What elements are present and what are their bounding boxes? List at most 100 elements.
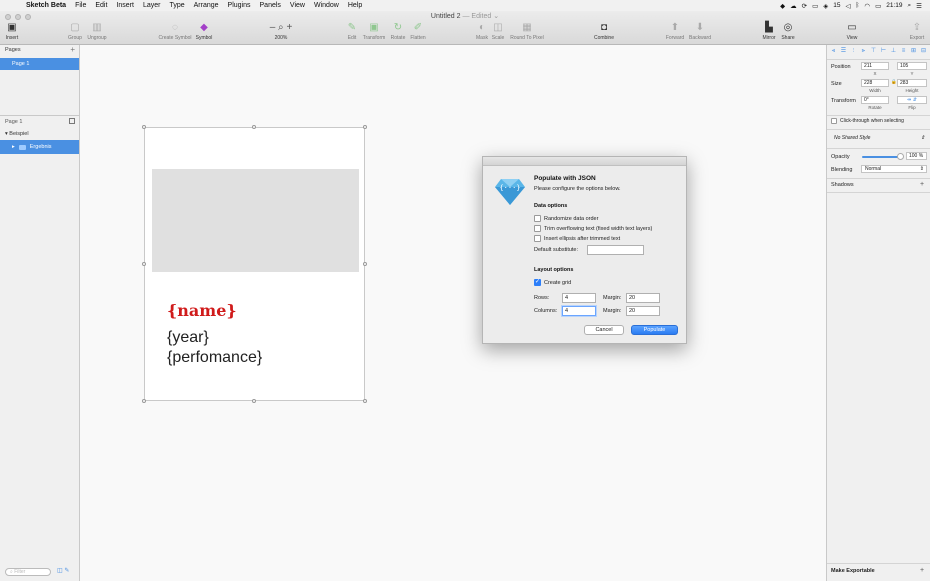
- resize-handle-bottom-right[interactable]: [363, 399, 367, 403]
- artboard[interactable]: {name} {year} {perfomance}: [144, 127, 365, 401]
- zoom-in-button[interactable]: +: [286, 22, 292, 33]
- performance-text-layer[interactable]: {perfomance}: [167, 349, 262, 367]
- ungroup-button[interactable]: ▥ Ungroup: [86, 22, 108, 41]
- default-substitute-input[interactable]: [587, 245, 644, 255]
- ellipsis-option[interactable]: Insert ellipsis after trimmed text: [534, 235, 620, 242]
- populate-button[interactable]: Populate: [631, 325, 678, 335]
- zoom-out-button[interactable]: –: [270, 22, 276, 33]
- menu-plugins[interactable]: Plugins: [228, 2, 251, 9]
- transform-button[interactable]: ▣ Transform: [360, 22, 388, 41]
- input-icon[interactable]: ▭: [812, 2, 818, 10]
- add-page-icon[interactable]: +: [70, 45, 75, 54]
- view-button[interactable]: ▭ View: [843, 22, 861, 41]
- make-exportable-label[interactable]: Make Exportable: [831, 568, 875, 574]
- trim-label[interactable]: Trim overflowing text (fixed width text …: [544, 226, 652, 232]
- click-through-option[interactable]: Click-through when selecting: [831, 118, 904, 124]
- layer-artboard[interactable]: ▾ Beispiel: [0, 130, 79, 140]
- sketch-status-icon[interactable]: ◆: [780, 2, 785, 10]
- opacity-slider-knob[interactable]: [897, 153, 904, 160]
- create-grid-label[interactable]: Create grid: [544, 280, 571, 286]
- resize-handle-top[interactable]: [252, 125, 256, 129]
- align-bottom-icon[interactable]: ⊥: [890, 48, 897, 55]
- mirror-button[interactable]: ▙ Mirror: [759, 22, 779, 41]
- resize-handle-top-right[interactable]: [363, 125, 367, 129]
- randomize-label[interactable]: Randomize data order: [544, 216, 598, 222]
- symbol-button[interactable]: ◆ Symbol: [194, 22, 214, 41]
- opacity-input[interactable]: 100 %: [906, 152, 927, 160]
- menu-help[interactable]: Help: [348, 2, 362, 9]
- menu-layer[interactable]: Layer: [143, 2, 161, 9]
- align-h-center-icon[interactable]: ⫶: [850, 48, 857, 55]
- scale-button[interactable]: ◫ Scale: [490, 22, 506, 41]
- menu-type[interactable]: Type: [169, 2, 184, 9]
- backward-button[interactable]: ⬇ Backward: [686, 22, 714, 41]
- resize-handle-bottom-left[interactable]: [142, 399, 146, 403]
- notification-center-icon[interactable]: ☰: [916, 2, 922, 10]
- ellipsis-checkbox[interactable]: [534, 235, 541, 242]
- bluetooth-icon[interactable]: ᛒ: [856, 2, 860, 9]
- share-button[interactable]: ◎ Share: [779, 22, 797, 41]
- edited-indicator[interactable]: — Edited ⌄: [462, 13, 499, 20]
- columns-margin-input[interactable]: 20: [626, 306, 660, 316]
- battery-icon[interactable]: ▭: [875, 2, 881, 10]
- page-list-item[interactable]: Page 1: [0, 58, 79, 70]
- round-to-pixel-button[interactable]: ▦ Round To Pixel: [507, 22, 547, 41]
- disclosure-icon[interactable]: ▸: [12, 144, 15, 150]
- cloud-icon[interactable]: ☁: [790, 2, 797, 10]
- distribute-h-icon[interactable]: ☰: [840, 48, 847, 55]
- layer-group[interactable]: ▸ Ergebnis: [0, 140, 79, 154]
- menu-insert[interactable]: Insert: [116, 2, 134, 9]
- align-left-icon[interactable]: ⫷: [830, 48, 837, 55]
- slices-filter-icon[interactable]: ✎: [64, 568, 69, 574]
- blending-select[interactable]: Normal ⇕: [861, 165, 927, 173]
- spotlight-icon[interactable]: ⌕: [908, 2, 912, 10]
- trim-checkbox[interactable]: [534, 225, 541, 232]
- panel-divider[interactable]: [0, 115, 79, 116]
- menu-arrange[interactable]: Arrange: [194, 2, 219, 9]
- create-grid-option[interactable]: ✓ Create grid: [534, 279, 571, 286]
- randomize-checkbox[interactable]: [534, 215, 541, 222]
- x-input[interactable]: 211: [861, 62, 889, 70]
- shared-style-select[interactable]: No Shared Style ⇕: [831, 135, 927, 143]
- year-text-layer[interactable]: {year}: [167, 329, 209, 347]
- combine-button[interactable]: ◘ Combine: [592, 22, 616, 41]
- resize-handle-bottom[interactable]: [252, 399, 256, 403]
- insert-button[interactable]: ▣ Insert: [4, 22, 20, 41]
- menu-window[interactable]: Window: [314, 2, 339, 9]
- opacity-slider[interactable]: [862, 156, 900, 158]
- columns-input[interactable]: 4: [562, 306, 596, 316]
- flatten-button[interactable]: ✐ Flatten: [408, 22, 428, 41]
- align-top-icon[interactable]: ⊤: [870, 48, 877, 55]
- trim-option[interactable]: Trim overflowing text (fixed width text …: [534, 225, 652, 232]
- rotate-button[interactable]: ↻ Rotate: [388, 22, 408, 41]
- sound-icon[interactable]: ◁: [846, 2, 851, 10]
- align-right-icon[interactable]: ⫸: [860, 48, 867, 55]
- ellipsis-label[interactable]: Insert ellipsis after trimmed text: [544, 236, 620, 242]
- height-input[interactable]: 283: [897, 79, 927, 87]
- filter-input[interactable]: ⌕ Filter: [5, 568, 51, 576]
- cancel-button[interactable]: Cancel: [584, 325, 624, 335]
- forward-button[interactable]: ⬆ Forward: [664, 22, 686, 41]
- mask-button[interactable]: ◐ Mask: [474, 22, 490, 41]
- width-input[interactable]: 228: [861, 79, 889, 87]
- randomize-option[interactable]: Randomize data order: [534, 215, 598, 222]
- name-text-layer[interactable]: {name}: [167, 301, 237, 320]
- menu-edit[interactable]: Edit: [95, 2, 107, 9]
- flip-vertical-icon[interactable]: ⇵: [913, 97, 917, 103]
- export-button[interactable]: ⇪ Export: [906, 22, 928, 41]
- image-placeholder[interactable]: [152, 169, 359, 272]
- symbols-filter-icon[interactable]: ◫: [57, 568, 63, 574]
- distribute-v-icon[interactable]: ≡: [900, 48, 907, 55]
- add-export-icon[interactable]: +: [918, 567, 926, 574]
- add-shadow-icon[interactable]: +: [918, 181, 926, 188]
- flip-horizontal-icon[interactable]: ⇹: [907, 97, 911, 103]
- resize-handle-top-left[interactable]: [142, 125, 146, 129]
- zoom-control[interactable]: – ⌕ + 200%: [264, 22, 298, 41]
- wifi-icon[interactable]: ◠: [864, 2, 870, 10]
- resize-handle-left[interactable]: [142, 262, 146, 266]
- menu-app[interactable]: Sketch Beta: [26, 2, 66, 9]
- click-through-checkbox[interactable]: [831, 118, 837, 124]
- align-more-icon[interactable]: ⊟: [920, 48, 927, 55]
- create-symbol-button[interactable]: ◌ Create Symbol: [157, 22, 193, 41]
- document-name[interactable]: Untitled 2: [431, 13, 461, 20]
